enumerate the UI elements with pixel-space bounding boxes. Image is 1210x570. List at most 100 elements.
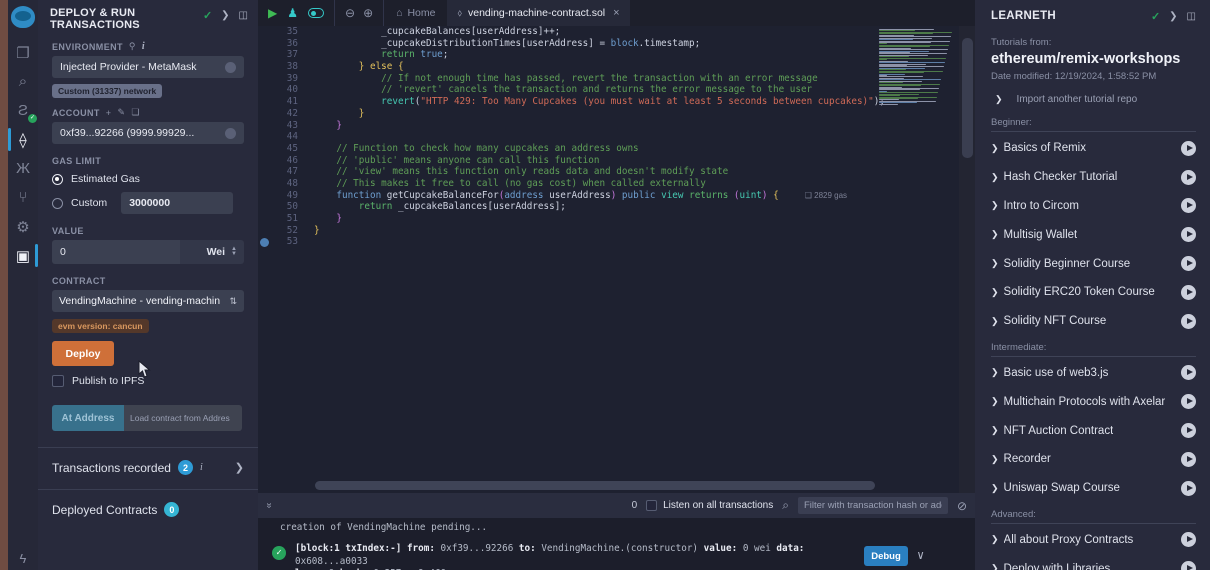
environment-select[interactable]: Injected Provider - MetaMask	[52, 56, 244, 78]
account-select[interactable]: 0xf39...92266 (9999.99929...	[52, 122, 244, 144]
play-tutorial-icon[interactable]	[1181, 256, 1196, 271]
tutorial-item[interactable]: ❯All about Proxy Contracts	[991, 526, 1196, 555]
panel-collapse-icon[interactable]: ❯	[221, 10, 229, 21]
at-address-input[interactable]	[124, 405, 242, 431]
remix-logo[interactable]	[11, 6, 35, 28]
play-tutorial-icon[interactable]	[1181, 227, 1196, 242]
zoom-out-icon[interactable]: ⊖	[345, 6, 355, 20]
transactions-info-icon[interactable]: i	[200, 462, 203, 473]
play-tutorial-icon[interactable]	[1181, 365, 1196, 380]
contract-select[interactable]: VendingMachine - vending-machin ⇅	[52, 290, 244, 312]
tutorial-item[interactable]: ❯Hash Checker Tutorial	[991, 163, 1196, 192]
play-tutorial-icon[interactable]	[1181, 314, 1196, 329]
code-editor[interactable]: 35 _cupcakeBalances[userAddress]++;36 _c…	[258, 26, 975, 493]
deployed-contracts-drawer[interactable]: Deployed Contracts 0	[38, 490, 258, 529]
play-tutorial-icon[interactable]	[1181, 285, 1196, 300]
editor-minimap[interactable]	[879, 28, 957, 105]
account-add-icon[interactable]: +	[106, 108, 112, 118]
transactions-recorded-drawer[interactable]: Transactions recorded 2 i ❯	[38, 448, 258, 487]
debugger-icon[interactable]: Ж	[8, 154, 38, 183]
play-tutorial-icon[interactable]	[1181, 170, 1196, 185]
tutorial-item[interactable]: ❯Deploy with Libraries	[991, 554, 1196, 570]
environment-settings-icon[interactable]	[225, 62, 236, 73]
close-tab-icon[interactable]: ×	[613, 7, 619, 19]
deploy-button[interactable]: Deploy	[52, 341, 114, 366]
tutorial-item[interactable]: ❯Solidity NFT Course	[991, 307, 1196, 336]
log-expand-icon[interactable]: ∨	[917, 548, 924, 562]
contract-select-arrow-icon: ⇅	[229, 296, 237, 307]
section-label: Intermediate:	[991, 342, 1196, 353]
tutorial-item[interactable]: ❯Basics of Remix	[991, 134, 1196, 163]
listen-checkbox[interactable]	[646, 500, 657, 511]
transactions-expand-icon[interactable]: ❯	[235, 461, 244, 474]
zoom-in-icon[interactable]: ⊕	[363, 6, 373, 20]
custom-gas-radio[interactable]	[52, 198, 63, 209]
expand-chevron-icon: ❯	[991, 172, 999, 183]
contract-label: CONTRACT	[52, 276, 106, 286]
tutorial-item[interactable]: ❯Recorder	[991, 445, 1196, 474]
at-address-button[interactable]: At Address	[52, 405, 124, 431]
terminal-logs[interactable]: creation of VendingMachine pending... ✓ …	[258, 518, 975, 570]
learneth-pin-icon[interactable]: ◫	[1187, 11, 1196, 22]
import-tutorial-link[interactable]: ❯ Import another tutorial repo	[991, 94, 1196, 105]
git-icon[interactable]: ⑂	[8, 183, 38, 212]
unit-stepper-icon[interactable]: ▲▼	[231, 247, 237, 257]
tab-home[interactable]: ⌂ Home	[384, 0, 447, 26]
settings-icon[interactable]: ⚙	[8, 212, 38, 241]
debug-button[interactable]: Debug	[864, 546, 908, 566]
assistant-icon[interactable]: ♟	[287, 6, 298, 20]
play-tutorial-icon[interactable]	[1181, 198, 1196, 213]
panel-pin-icon[interactable]: ◫	[239, 10, 248, 21]
tutorial-label: Solidity NFT Course	[1004, 315, 1107, 327]
toggle-icon[interactable]	[308, 8, 324, 18]
transaction-log-row[interactable]: ✓ [block:1 txIndex:-] from: 0xf39...9226…	[258, 533, 975, 570]
estimated-gas-radio[interactable]	[52, 174, 63, 185]
deployed-count-badge: 0	[164, 502, 179, 517]
tutorial-item[interactable]: ❯Multisig Wallet	[991, 220, 1196, 249]
terminal-clear-icon[interactable]: ⊘	[957, 499, 967, 513]
code-line-50: 50 return _cupcakeBalances[userAddress];	[258, 201, 975, 213]
plug-icon[interactable]: ϟ	[8, 551, 38, 566]
publish-ipfs-checkbox[interactable]	[52, 375, 64, 387]
play-tutorial-icon[interactable]	[1181, 561, 1196, 570]
terminal-count: 0	[632, 500, 638, 511]
vertical-scrollbar-thumb[interactable]	[962, 38, 973, 158]
tab-active-file[interactable]: ⬨ vending-machine-contract.sol ×	[447, 0, 629, 26]
play-tutorial-icon[interactable]	[1181, 452, 1196, 467]
run-script-icon[interactable]: ▶	[268, 6, 277, 20]
tutorial-item[interactable]: ❯Basic use of web3.js	[991, 359, 1196, 388]
search-icon[interactable]: ⌕	[8, 67, 38, 96]
plugin-manager-icon[interactable]: ▣	[8, 241, 38, 270]
environment-plug-icon[interactable]: ⚲	[129, 41, 136, 52]
terminal-collapse-icon[interactable]: »	[263, 503, 274, 509]
code-line-39: 39 // If not enough time has passed, rev…	[258, 73, 975, 85]
tutorial-item[interactable]: ❯Multichain Protocols with Axelar	[991, 387, 1196, 416]
value-input[interactable]	[52, 240, 180, 264]
account-circle-icon[interactable]	[225, 128, 236, 139]
tutorial-label: Multichain Protocols with Axelar	[1004, 396, 1166, 408]
play-tutorial-icon[interactable]	[1181, 394, 1196, 409]
play-tutorial-icon[interactable]	[1181, 141, 1196, 156]
environment-info-icon[interactable]: i	[142, 41, 145, 52]
value-unit-select[interactable]: Wei ▲▼	[180, 240, 244, 264]
tutorial-item[interactable]: ❯Intro to Circom	[991, 192, 1196, 221]
file-explorer-icon[interactable]: ❐	[8, 38, 38, 67]
custom-gas-input[interactable]	[121, 192, 233, 214]
solidity-compiler-icon[interactable]: Ƨ✓	[8, 96, 38, 125]
account-copy-icon[interactable]: ❏	[131, 107, 139, 118]
play-tutorial-icon[interactable]	[1181, 481, 1196, 496]
code-line-44: 44	[258, 131, 975, 143]
compiled-check-badge: ✓	[28, 114, 37, 123]
editor-vertical-scrollbar[interactable]	[959, 26, 975, 493]
play-tutorial-icon[interactable]	[1181, 532, 1196, 547]
tutorial-item[interactable]: ❯Uniswap Swap Course	[991, 474, 1196, 503]
play-tutorial-icon[interactable]	[1181, 423, 1196, 438]
horizontal-scrollbar-thumb[interactable]	[315, 481, 875, 490]
terminal-filter-input[interactable]	[798, 497, 948, 514]
deploy-and-run-icon[interactable]: ⟠	[8, 125, 38, 154]
tutorial-item[interactable]: ❯Solidity Beginner Course	[991, 249, 1196, 278]
tutorial-item[interactable]: ❯NFT Auction Contract	[991, 416, 1196, 445]
account-edit-icon[interactable]: ✎	[117, 107, 125, 118]
tutorial-item[interactable]: ❯Solidity ERC20 Token Course	[991, 278, 1196, 307]
learneth-collapse-icon[interactable]: ❯	[1169, 11, 1177, 22]
